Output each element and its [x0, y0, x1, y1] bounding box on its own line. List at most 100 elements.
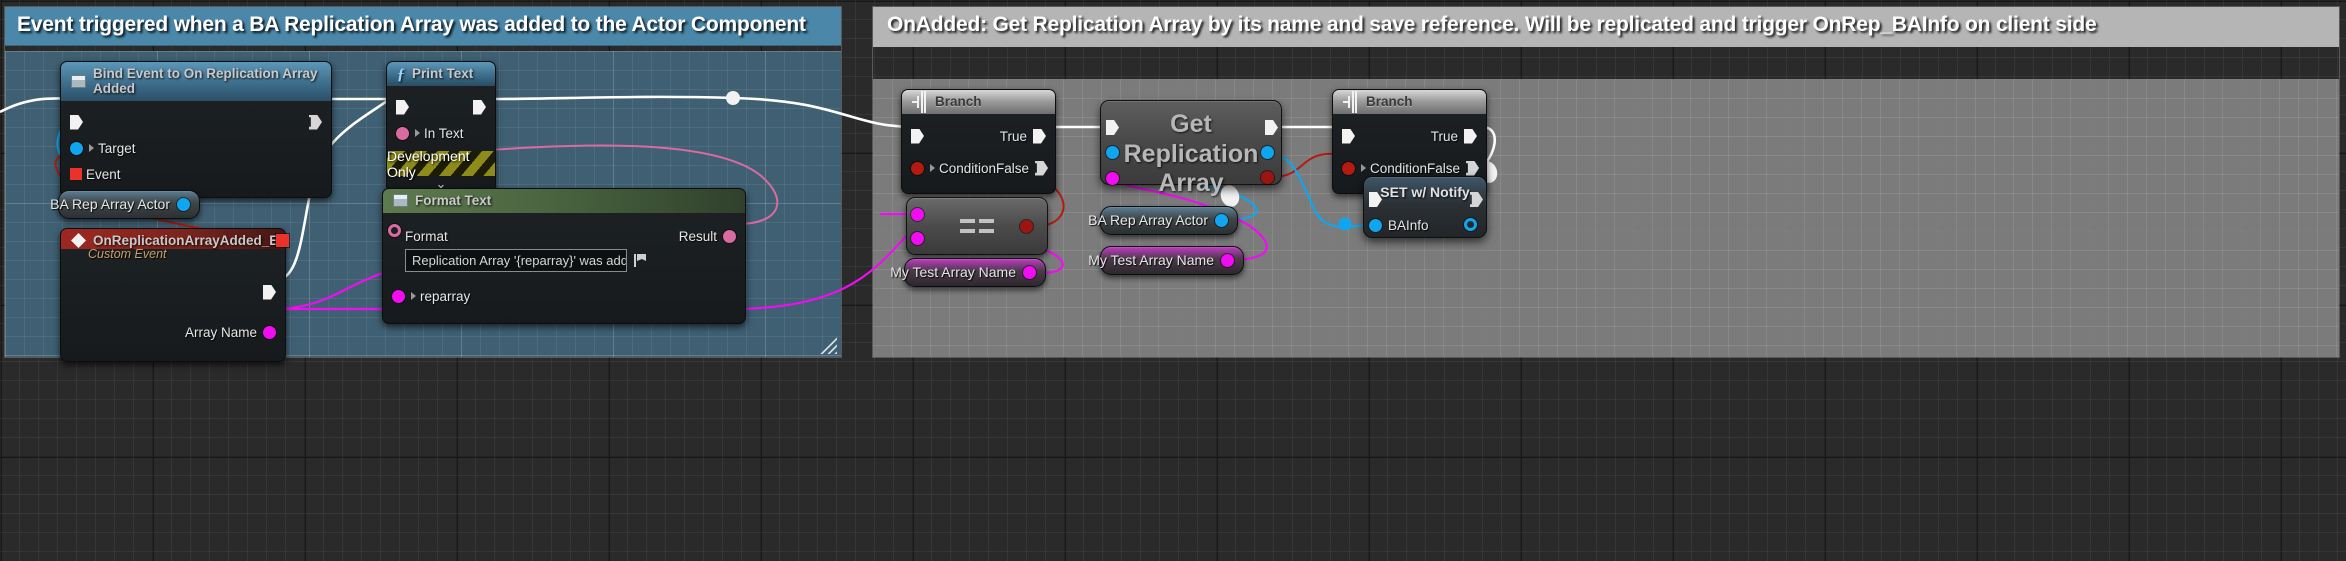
pin-arrow-icon [1361, 164, 1366, 172]
get-rep-array-bool-out-pin[interactable] [1261, 171, 1274, 184]
output-object-pin[interactable] [177, 197, 190, 211]
flag-icon[interactable] [634, 254, 646, 267]
node-format-text[interactable]: Format Text Format Result Replication Ar… [382, 188, 746, 324]
condition-pin[interactable] [911, 161, 924, 175]
exec-out-pin[interactable] [263, 284, 276, 300]
pin-label-bainfo: BAInfo [1388, 218, 1429, 233]
pin-arrow-icon [930, 164, 935, 172]
exec-in-pin[interactable] [911, 128, 924, 144]
exec-out-pin[interactable] [473, 99, 486, 115]
get-rep-array-name-in-pin[interactable] [1106, 172, 1119, 185]
pin-row-exec [61, 109, 331, 135]
pin-label-array-name: Array Name [184, 324, 257, 340]
node-get-ba-rep-array-actor-right[interactable]: BA Rep Array Actor [1088, 206, 1238, 235]
in-text-pin[interactable] [396, 126, 409, 140]
pin-row-in-text: In Text [387, 120, 495, 146]
array-name-pin[interactable] [263, 325, 276, 339]
bainfo-in-pin[interactable] [1369, 219, 1382, 232]
comment-box-right[interactable]: OnAdded: Get Replication Array by its na… [872, 6, 2340, 358]
get-rep-array-exec-in-pin[interactable] [1106, 120, 1119, 135]
reparray-pin[interactable] [392, 289, 405, 303]
set-bainfo-row: BAInfo [1369, 218, 1429, 233]
node-header: OnReplicationArrayAdded_Event [61, 229, 285, 249]
node-title: OnReplicationArrayAdded_Event [93, 233, 286, 248]
exec-out-pin[interactable] [309, 114, 322, 130]
pin-label-condition: Condition [1370, 160, 1428, 176]
branch-icon [1343, 95, 1359, 109]
node-get-replication-array[interactable]: Get Replication Array [1100, 100, 1282, 197]
equality-input-b-pin[interactable] [911, 232, 924, 245]
node-header: ƒ Print Text [387, 62, 495, 86]
true-exec-pin[interactable] [1033, 128, 1046, 144]
node-header: Branch [1333, 90, 1486, 114]
condition-pin[interactable] [1342, 161, 1355, 175]
window-icon [393, 194, 408, 207]
pin-row-target: Target [61, 135, 331, 161]
pin-arrow-icon [415, 129, 420, 137]
pin-label-result: Result [678, 228, 717, 244]
pin-label-false: False [996, 160, 1030, 176]
pin-arrow-icon [89, 144, 94, 152]
target-pin[interactable] [70, 141, 83, 155]
node-get-my-test-array-name-right[interactable]: My Test Array Name [1088, 246, 1244, 275]
node-bind-event[interactable]: Bind Event to On Replication Array Added… [60, 61, 332, 198]
result-pin[interactable] [723, 229, 736, 243]
output-object-pin[interactable] [1215, 213, 1228, 227]
pin-row-reparray: reparray [383, 283, 745, 309]
event-pin[interactable] [70, 168, 82, 180]
format-input-pin[interactable] [388, 224, 401, 237]
get-rep-array-object-in-pin[interactable] [1106, 146, 1119, 159]
pin-label-target: Target [98, 140, 136, 156]
comment-title-left: Event triggered when a BA Replication Ar… [5, 7, 841, 46]
pin-row-exec: True [1333, 123, 1486, 149]
equality-input-a-pin[interactable] [911, 208, 924, 221]
pin-label-condition: Condition [939, 160, 997, 176]
get-rep-array-exec-out-pin[interactable] [1265, 120, 1278, 135]
node-custom-event[interactable]: OnReplicationArrayAdded_Event Custom Eve… [60, 228, 286, 362]
pin-row-exec [61, 279, 285, 305]
get-rep-array-object-out-pin[interactable] [1261, 146, 1274, 159]
node-title: Print Text [412, 66, 474, 81]
bainfo-out-pin[interactable] [1464, 218, 1477, 231]
node-get-ba-rep-array-actor-left[interactable]: BA Rep Array Actor [50, 190, 200, 219]
pin-label-true: True [999, 128, 1027, 144]
pin-label-format: Format [405, 228, 448, 244]
node-get-my-test-array-name-left[interactable]: My Test Array Name [890, 258, 1046, 287]
set-exec-out-pin[interactable] [1470, 192, 1483, 207]
node-header: Branch [902, 90, 1055, 114]
branch-icon [912, 95, 928, 109]
output-name-pin[interactable] [1221, 253, 1234, 267]
format-text-input[interactable]: Replication Array '{reparray}' was added [405, 249, 627, 272]
pin-row-event: Event [61, 161, 331, 187]
pin-arrow-icon [411, 292, 416, 300]
equality-glyph-icon [960, 219, 994, 233]
pin-row-format: Format Result [383, 223, 745, 247]
pin-row-condition: Condition False [902, 155, 1055, 181]
node-title: Format Text [415, 193, 492, 208]
node-title: Bind Event to On Replication Array Added [93, 66, 318, 96]
node-header: Format Text [383, 189, 745, 213]
pin-label-event: Event [86, 166, 121, 182]
output-name-pin[interactable] [1023, 265, 1036, 279]
pin-label-true: True [1430, 128, 1458, 144]
node-title: SET w/ Notify [1380, 184, 1470, 200]
false-exec-pin[interactable] [1035, 160, 1049, 176]
node-print-text[interactable]: ƒ Print Text In Text Development Only ⌄ [386, 61, 496, 193]
exec-in-pin[interactable] [396, 99, 409, 115]
exec-in-pin[interactable] [1342, 128, 1355, 144]
pin-row-exec [387, 94, 495, 120]
format-field-row: Replication Array '{reparray}' was added [383, 247, 745, 272]
delegate-output-pin[interactable] [276, 234, 289, 247]
true-exec-pin[interactable] [1464, 128, 1477, 144]
node-branch-left[interactable]: Branch True Condition False [901, 89, 1056, 194]
exec-in-pin[interactable] [70, 114, 83, 130]
node-header: Bind Event to On Replication Array Added [61, 62, 331, 101]
comment-title-right: OnAdded: Get Replication Array by its na… [873, 7, 2339, 47]
development-only-badge: Development Only [387, 148, 495, 180]
false-exec-pin[interactable] [1466, 160, 1480, 176]
window-icon [71, 74, 86, 88]
equality-output-pin[interactable] [1020, 220, 1033, 233]
set-exec-in-pin[interactable] [1369, 192, 1382, 207]
diamond-icon [71, 233, 86, 248]
variable-label: My Test Array Name [1088, 252, 1214, 268]
